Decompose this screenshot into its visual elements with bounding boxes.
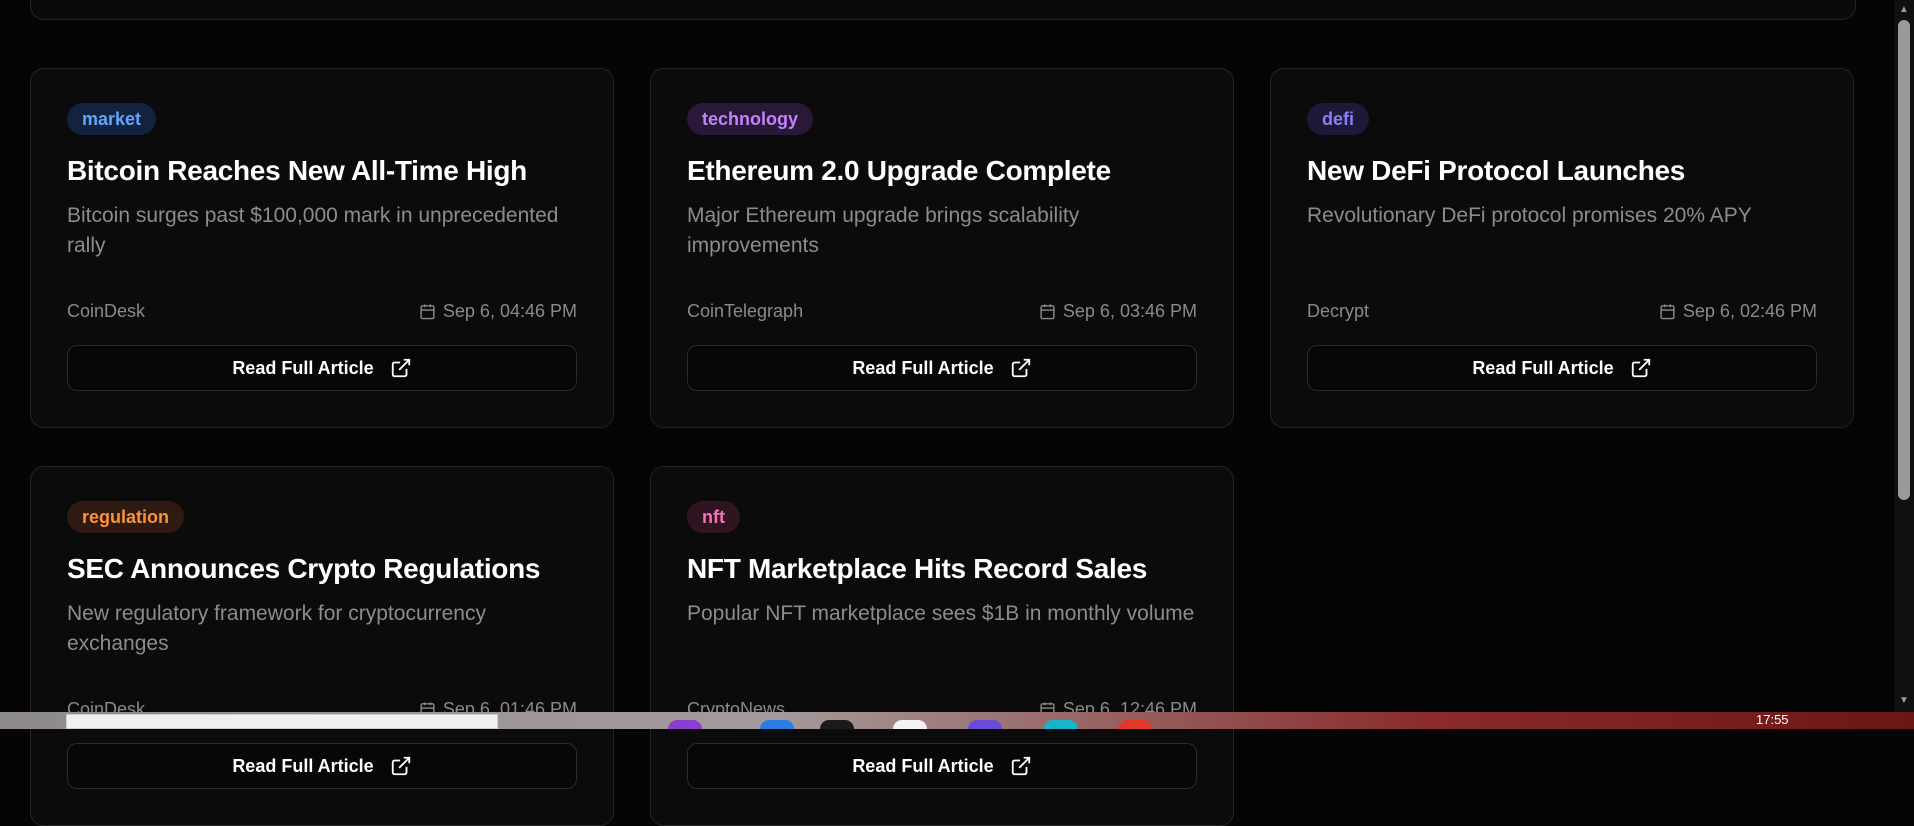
article-description: Popular NFT marketplace sees $1B in mont… xyxy=(687,602,1195,625)
button-label: Read Full Article xyxy=(232,755,374,776)
article-source: CoinTelegraph xyxy=(687,301,804,321)
taskbar-app-icon[interactable] xyxy=(1118,720,1152,729)
calendar-icon xyxy=(1660,304,1675,320)
date-text: Sep 6, 04:46 PM xyxy=(442,301,577,321)
button-label: Read Full Article xyxy=(852,755,994,776)
article-date: Sep 6, 04:46 PM xyxy=(419,301,577,322)
news-card: nft NFT Marketplace Hits Record Sales Po… xyxy=(650,466,1234,826)
article-title: NFT Marketplace Hits Record Sales xyxy=(687,553,1148,584)
taskbar-app-icon[interactable] xyxy=(1044,720,1078,729)
taskbar-clock: 17:55 xyxy=(1756,712,1789,727)
calendar-icon xyxy=(1040,304,1055,320)
external-link-icon xyxy=(1631,358,1650,378)
article-description: Revolutionary DeFi protocol promises 20%… xyxy=(1307,204,1752,227)
button-label: Read Full Article xyxy=(232,357,374,378)
news-card: market Bitcoin Reaches New All-Time High… xyxy=(30,68,614,428)
external-link-icon xyxy=(391,756,410,776)
date-text: Sep 6, 03:46 PM xyxy=(1062,301,1197,321)
article-description: Bitcoin surges past $100,000 mark in unp… xyxy=(67,204,559,257)
article-date: Sep 6, 02:46 PM xyxy=(1659,301,1817,322)
article-title: Bitcoin Reaches New All-Time High xyxy=(67,155,527,186)
category-badge: technology xyxy=(687,103,814,135)
taskbar-app-icon[interactable] xyxy=(893,720,927,729)
read-full-article-button[interactable]: Read Full Article xyxy=(67,345,577,391)
taskbar-search-box[interactable] xyxy=(66,714,498,729)
category-badge: defi xyxy=(1307,103,1370,135)
read-full-article-button[interactable]: Read Full Article xyxy=(67,743,577,789)
category-badge: nft xyxy=(687,501,740,533)
button-label: Read Full Article xyxy=(852,357,994,378)
taskbar-app-icon[interactable] xyxy=(668,720,702,729)
news-card: regulation SEC Announces Crypto Regulati… xyxy=(30,466,614,826)
article-title: Ethereum 2.0 Upgrade Complete xyxy=(687,155,1111,186)
article-source: CoinDesk xyxy=(67,301,146,321)
read-full-article-button[interactable]: Read Full Article xyxy=(1307,345,1817,391)
scroll-up-arrow-icon[interactable]: ▲ xyxy=(1898,4,1910,16)
top-panel xyxy=(30,0,1856,20)
date-text: Sep 6, 02:46 PM xyxy=(1682,301,1817,321)
news-card: defi New DeFi Protocol Launches Revoluti… xyxy=(1270,68,1854,428)
taskbar-app-icon[interactable] xyxy=(968,720,1002,729)
news-card: technology Ethereum 2.0 Upgrade Complete… xyxy=(650,68,1234,428)
category-badge: market xyxy=(67,103,157,135)
article-title: New DeFi Protocol Launches xyxy=(1307,155,1686,186)
article-date: Sep 6, 03:46 PM xyxy=(1039,301,1197,322)
taskbar-app-icon[interactable] xyxy=(760,720,794,729)
external-link-icon xyxy=(1011,756,1030,776)
category-badge: regulation xyxy=(67,501,185,533)
article-title: SEC Announces Crypto Regulations xyxy=(67,553,541,584)
calendar-icon xyxy=(420,304,435,320)
scroll-down-arrow-icon[interactable]: ▼ xyxy=(1898,695,1910,707)
article-description: Major Ethereum upgrade brings scalabilit… xyxy=(687,204,1080,257)
read-full-article-button[interactable]: Read Full Article xyxy=(687,743,1197,789)
taskbar-app-icon[interactable] xyxy=(820,720,854,729)
scrollbar-thumb[interactable] xyxy=(1898,20,1910,500)
external-link-icon xyxy=(1011,358,1030,378)
external-link-icon xyxy=(391,358,410,378)
article-description: New regulatory framework for cryptocurre… xyxy=(67,602,486,655)
button-label: Read Full Article xyxy=(1472,357,1614,378)
read-full-article-button[interactable]: Read Full Article xyxy=(687,345,1197,391)
article-source: Decrypt xyxy=(1307,301,1370,321)
